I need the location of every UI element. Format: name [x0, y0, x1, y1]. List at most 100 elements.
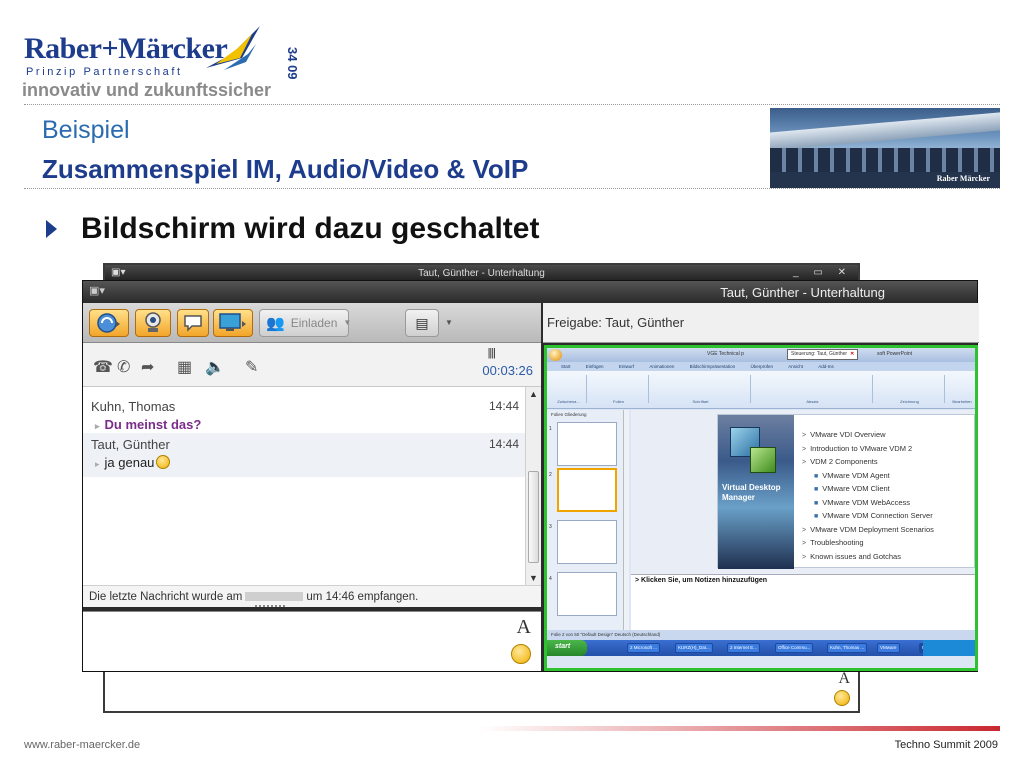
ribbon-group[interactable]: Schriftart	[651, 375, 751, 404]
transfer-icon[interactable]: ➦	[141, 357, 154, 377]
taskbar-item[interactable]: 2 Internet E...	[727, 643, 761, 653]
message-sender: Taut, Günther	[91, 437, 170, 452]
message-input[interactable]: A	[83, 611, 541, 671]
background-input-pane[interactable]: A	[105, 667, 858, 711]
slide-art-caption: Virtual Desktop Manager	[722, 483, 781, 502]
message-text-wrap: ▸ Du meinst das?	[95, 417, 202, 432]
scroll-down-icon[interactable]: ▼	[529, 573, 538, 583]
ribbon-tab[interactable]: Add-Ins	[818, 364, 834, 369]
taskbar-item[interactable]: Kuhn, Thomas ...	[827, 643, 868, 653]
slide-artwork: Virtual Desktop Manager	[718, 415, 794, 569]
thumbnails-scrollbar[interactable]	[623, 410, 629, 630]
slide-bullet: > Troubleshooting	[802, 538, 864, 547]
font-button[interactable]: A	[517, 616, 531, 639]
emoticon-icon[interactable]	[511, 644, 531, 664]
redacted-date	[245, 592, 304, 601]
status-suffix: um 14:46 empfangen.	[306, 591, 419, 603]
footer-event: Techno Summit 2009	[894, 739, 998, 751]
dialpad-icon[interactable]: ▦	[177, 357, 192, 377]
ribbon-group[interactable]: Absatz	[753, 375, 873, 404]
ribbon-group[interactable]: Bearbeiten	[947, 375, 975, 404]
notes-pane[interactable]: > Klicken Sie, um Notizen hinzuzufügen	[631, 574, 975, 630]
system-tray	[923, 640, 975, 656]
logo-subtitle: Prinzip Partnerschaft	[26, 66, 183, 78]
add-people-icon: 👥	[266, 314, 285, 332]
conversation-history[interactable]: Kuhn, Thomas 14:44 ▸ Du meinst das? Taut,…	[83, 387, 541, 585]
video-button[interactable]	[135, 309, 171, 337]
slide-thumbnail[interactable]	[557, 468, 617, 512]
slide-bullet: > Known issues and Gotchas	[802, 551, 901, 561]
hold-icon[interactable]: ✆	[117, 357, 130, 377]
slide-bullet: > VMware VDI Overview	[802, 430, 886, 439]
ribbon-tab[interactable]: Animationen	[649, 364, 674, 369]
logo-anniversary: 34 09	[285, 46, 300, 80]
chevron-down-icon: ▼	[343, 318, 352, 327]
logo-brand-text: Raber+Märcker	[24, 32, 228, 65]
resize-grip[interactable]	[255, 605, 285, 609]
conversation-scrollbar[interactable]: ▲ ▼	[525, 387, 541, 585]
im-button[interactable]	[177, 309, 209, 337]
contact-card-icon: ▤	[415, 315, 429, 331]
ribbon-group[interactable]: Zeichnung	[875, 375, 945, 404]
ribbon-tab[interactable]: Bildschirmpräsentation	[690, 364, 736, 369]
share-desktop-button[interactable]	[213, 309, 253, 337]
slide-editor[interactable]: Virtual Desktop Manager > VMware VDI Over…	[631, 410, 975, 574]
shared-desktop-view[interactable]: VGE Technical p Steuerung: Taut, Günther…	[544, 345, 978, 671]
message-time: 14:44	[488, 437, 519, 451]
ribbon-tab[interactable]: Ansicht	[788, 364, 803, 369]
powerpoint-title-suffix: soft PowerPoint	[877, 351, 913, 357]
company-logo: Raber+Märcker Prinzip Partnerschaft inno…	[22, 22, 300, 104]
current-slide[interactable]: Virtual Desktop Manager > VMware VDI Over…	[717, 414, 975, 569]
background-window-title: Taut, Günther - Unterhaltung	[418, 268, 545, 279]
ribbon-tab[interactable]: Start	[561, 364, 571, 369]
scroll-up-icon[interactable]: ▲	[529, 389, 538, 399]
ribbon-tab[interactable]: Entwurf	[619, 364, 634, 369]
signal-strength-icon: ||||	[487, 347, 497, 359]
message-item: Taut, Günther 14:44 ▸ ja genau	[83, 433, 525, 477]
webcam-icon	[145, 312, 161, 332]
powerpoint-title: VGE Technical p	[707, 351, 744, 357]
footer-accent-bar	[480, 726, 1000, 731]
slide-thumbnail[interactable]	[557, 520, 617, 564]
call-button[interactable]	[89, 309, 129, 337]
ribbon-tab[interactable]: Überprüfen	[750, 364, 773, 369]
slide-bullet-list: > VMware VDI Overview > Introduction to VM…	[802, 429, 934, 564]
slide-thumbnail[interactable]	[557, 422, 617, 466]
font-button[interactable]: A	[838, 670, 850, 688]
scrollbar-thumb[interactable]	[528, 471, 539, 563]
taskbar-item[interactable]: KURZ(H)_Dat...	[675, 643, 713, 653]
slide-thumbnails-pane: Folien Gliederung 1 2 3 4	[547, 410, 629, 630]
invite-button[interactable]: 👥 Einladen ▼	[259, 309, 352, 337]
call-icon	[97, 313, 120, 333]
conversation-window: ▣▾ Taut, Günther - Unterhaltung 👥 Einlad…	[82, 280, 979, 672]
ribbon-tab[interactable]: Einfügen	[586, 364, 604, 369]
window-controls[interactable]: _ ▭ ✕	[793, 267, 852, 278]
bullet-text: Bildschirm wird dazu geschaltet	[81, 212, 540, 245]
notes-placeholder: Klicken Sie, um Notizen hinzuzufügen	[641, 577, 768, 584]
control-badge-label: Steuerung: Taut, Günther	[791, 351, 848, 357]
mute-icon[interactable]: ✎	[245, 357, 258, 377]
ribbon-group[interactable]: Folien	[589, 375, 649, 404]
invite-label: Einladen	[290, 316, 338, 330]
volume-icon[interactable]: 🔈	[205, 357, 225, 377]
start-button[interactable]: start	[547, 640, 587, 656]
slide-thumbnail[interactable]	[557, 572, 617, 616]
options-button[interactable]: ▤	[405, 309, 439, 337]
chevron-down-icon[interactable]: ▼	[445, 319, 453, 327]
smiley-icon	[156, 455, 171, 469]
office-button-icon[interactable]	[549, 349, 562, 361]
emoticon-icon[interactable]	[834, 690, 850, 706]
hangup-icon[interactable]: ☎	[93, 357, 113, 377]
taskbar-item[interactable]: Office Commu...	[775, 643, 814, 653]
ribbon-group[interactable]: Zwischena...	[551, 375, 587, 404]
slide-kicker: Beispiel	[42, 116, 130, 144]
taskbar-item[interactable]: 2 Microsoft ...	[627, 643, 661, 653]
slides-outline-tabs[interactable]: Folien Gliederung	[547, 410, 628, 417]
close-icon[interactable]: ✕	[850, 351, 854, 357]
powerpoint-titlebar: VGE Technical p Steuerung: Taut, Günther…	[547, 348, 975, 362]
taskbar-item[interactable]: VMware	[877, 643, 900, 653]
control-badge[interactable]: Steuerung: Taut, Günther ✕	[787, 349, 859, 360]
slide-bullet: Bildschirm wird dazu geschaltet	[46, 212, 539, 246]
window-menu-icon[interactable]: ▣▾	[89, 284, 105, 297]
desktop-sharing-header: Freigabe: Taut, Günther	[543, 303, 979, 343]
